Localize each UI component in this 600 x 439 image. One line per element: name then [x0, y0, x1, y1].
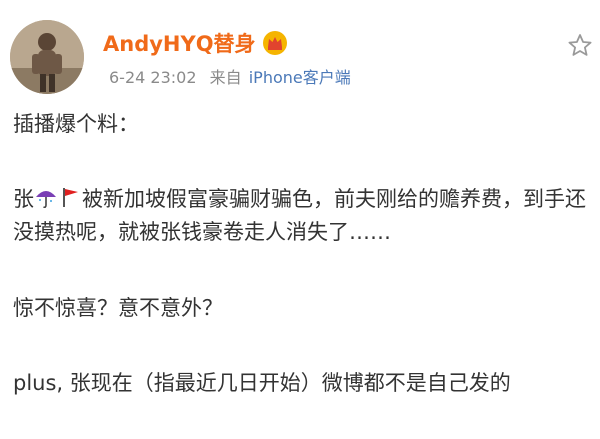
post-timestamp: 6-24 23:02	[109, 68, 197, 87]
crown-badge-icon	[262, 30, 288, 56]
umbrella-emoji-icon	[34, 185, 58, 209]
red-flag-emoji-icon	[58, 185, 82, 209]
avatar[interactable]	[10, 20, 84, 94]
content-p2-text: 被新加坡假富豪骗财骗色，前夫刚给的赡养费，到手还没摸热呢，就被张钱豪卷走人消失了…	[13, 187, 586, 244]
author-name[interactable]: AndyHYQ替身	[103, 28, 288, 58]
post-content: 插播爆个料： 张 被新加坡假富豪骗财骗色，前夫刚给的赡养费，到手还没摸热呢，就被…	[13, 108, 595, 400]
content-line-1: 插播爆个料：	[13, 112, 139, 136]
content-line-4: plus, 张现在（指最近几日开始）微博都不是自己发的	[13, 371, 511, 395]
source-device-link[interactable]: iPhone客户端	[249, 68, 351, 87]
content-paragraph-2: 张 被新加坡假富豪骗财骗色，前夫刚给的赡养费，到手还没摸热呢，就被张钱豪卷走人消…	[13, 183, 595, 249]
post-meta: 6-24 23:02 来自 iPhone客户端	[109, 64, 351, 88]
content-line-3: 惊不惊喜？意不意外？	[13, 296, 223, 320]
author-name-text[interactable]: AndyHYQ替身	[103, 28, 256, 58]
content-p2-prefix: 张	[13, 187, 34, 211]
source-prefix: 来自	[209, 68, 242, 87]
post-header: AndyHYQ替身 6-24 23:02 来自 iPhone客户端	[0, 0, 600, 100]
star-icon[interactable]	[566, 32, 594, 60]
